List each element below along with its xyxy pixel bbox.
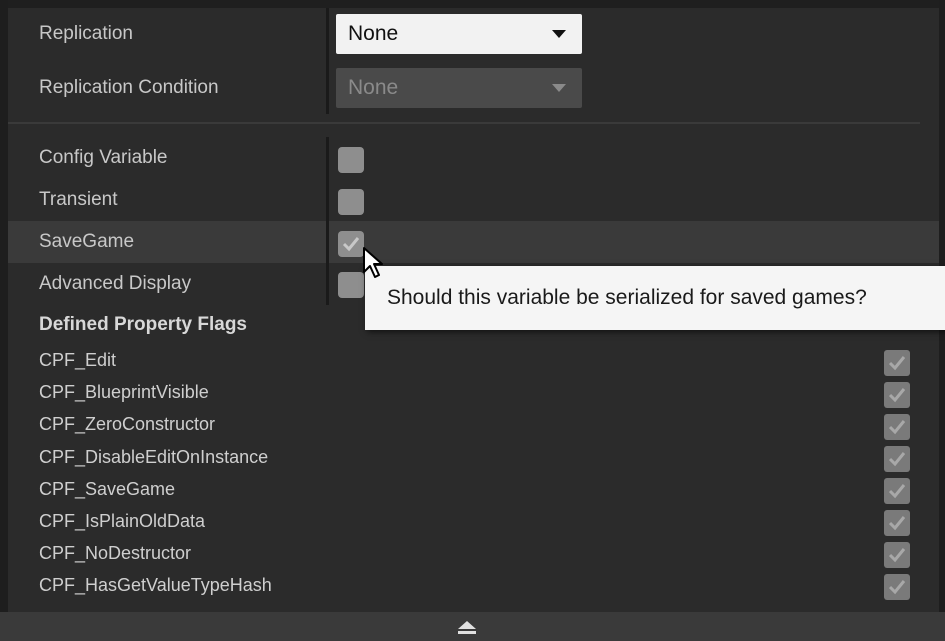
- replication-dropdown[interactable]: None: [336, 14, 582, 54]
- details-panel: Replication None Replication Condition N…: [0, 0, 945, 641]
- replication-dropdown-value: None: [348, 22, 399, 45]
- checkmark-icon: [888, 516, 906, 531]
- flag-checkbox[interactable]: [884, 510, 910, 536]
- savegame-tooltip: Should this variable be serialized for s…: [365, 266, 945, 330]
- replication-label: Replication: [39, 23, 133, 44]
- flag-label: CPF_ZeroConstructor: [39, 414, 216, 434]
- transient-checkbox[interactable]: [338, 189, 364, 215]
- advanced-display-label: Advanced Display: [39, 273, 192, 294]
- panel-top-edge: [0, 0, 945, 8]
- column-divider-top[interactable]: [326, 8, 329, 114]
- flag-label: CPF_HasGetValueTypeHash: [39, 575, 272, 595]
- mouse-cursor-icon: [363, 247, 383, 278]
- flag-checkbox[interactable]: [884, 542, 910, 568]
- flag-label: CPF_NoDestructor: [39, 543, 192, 563]
- checkmark-icon: [888, 420, 906, 435]
- flag-label: CPF_DisableEditOnInstance: [39, 447, 269, 467]
- chevron-down-icon: [552, 30, 566, 38]
- section-separator: [8, 122, 920, 124]
- savegame-label: SaveGame: [39, 231, 135, 252]
- checkmark-icon: [888, 548, 906, 563]
- flag-checkbox[interactable]: [884, 478, 910, 504]
- checkmark-icon: [888, 452, 906, 467]
- config-variable-checkbox[interactable]: [338, 147, 364, 173]
- flag-checkbox[interactable]: [884, 350, 910, 376]
- column-divider-options[interactable]: [326, 137, 329, 305]
- replication-condition-dropdown-value: None: [348, 76, 399, 99]
- checkmark-icon: [888, 356, 906, 371]
- checkmark-icon: [342, 237, 360, 252]
- flag-checkbox[interactable]: [884, 382, 910, 408]
- flag-label: CPF_Edit: [39, 350, 117, 370]
- savegame-checkbox[interactable]: [338, 231, 364, 257]
- collapse-advanced-bar[interactable]: [0, 612, 945, 641]
- flag-label: CPF_IsPlainOldData: [39, 511, 206, 531]
- flag-checkbox[interactable]: [884, 574, 910, 600]
- chevron-down-icon: [552, 84, 566, 92]
- flag-checkbox[interactable]: [884, 446, 910, 472]
- defined-property-flags-heading: Defined Property Flags: [39, 314, 247, 335]
- collapse-up-arrow-icon: [458, 621, 476, 634]
- replication-condition-dropdown: None: [336, 68, 582, 108]
- transient-label: Transient: [39, 189, 118, 210]
- checkmark-icon: [888, 484, 906, 499]
- advanced-display-checkbox[interactable]: [338, 272, 364, 298]
- config-variable-label: Config Variable: [39, 147, 168, 168]
- replication-condition-label: Replication Condition: [39, 77, 219, 98]
- panel-left-edge: [0, 0, 8, 641]
- flag-label: CPF_BlueprintVisible: [39, 382, 209, 402]
- flag-label: CPF_SaveGame: [39, 479, 176, 499]
- checkmark-icon: [888, 388, 906, 403]
- hovered-row-highlight: [8, 221, 939, 263]
- checkmark-icon: [888, 580, 906, 595]
- flag-checkbox[interactable]: [884, 414, 910, 440]
